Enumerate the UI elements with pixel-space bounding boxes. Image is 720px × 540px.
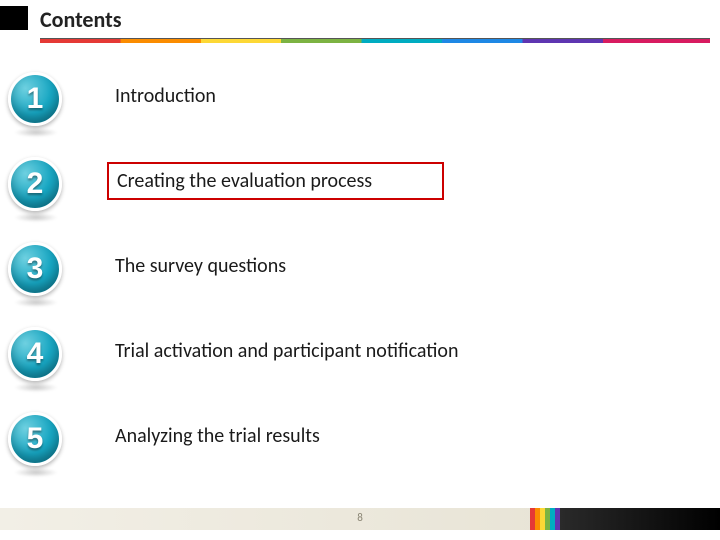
- contents-list: 1 Introduction 2 Creating the evaluation…: [0, 60, 720, 485]
- badge-shadow: [14, 213, 58, 222]
- badge-shadow: [14, 468, 58, 477]
- page-number: 8: [0, 511, 720, 524]
- list-item: 3 The survey questions: [0, 230, 720, 315]
- list-item: 5 Analyzing the trial results: [0, 400, 720, 485]
- number-badge: 5: [8, 412, 62, 466]
- item-label: Trial activation and participant notific…: [115, 339, 458, 363]
- badge-number: 3: [27, 252, 44, 286]
- header-accent-bar: [0, 6, 28, 30]
- item-label: Analyzing the trial results: [115, 424, 320, 448]
- list-item: 2 Creating the evaluation process: [0, 145, 720, 230]
- page-title: Contents: [40, 6, 122, 33]
- item-label-current: Creating the evaluation process: [107, 162, 444, 200]
- number-badge: 2: [8, 157, 62, 211]
- item-label: The survey questions: [115, 254, 286, 278]
- list-item: 4 Trial activation and participant notif…: [0, 315, 720, 400]
- badge-shadow: [14, 128, 58, 137]
- header-rainbow-stripe: [40, 39, 710, 43]
- badge-number: 5: [27, 422, 44, 456]
- badge-shadow: [14, 298, 58, 307]
- list-item: 1 Introduction: [0, 60, 720, 145]
- badge-number: 1: [27, 82, 44, 116]
- number-badge: 1: [8, 72, 62, 126]
- item-label: Introduction: [115, 84, 216, 108]
- number-badge: 3: [8, 242, 62, 296]
- badge-number: 4: [27, 337, 44, 371]
- badge-number: 2: [27, 167, 44, 201]
- slide: Contents 1 Introduction 2 Creating the e…: [0, 0, 720, 540]
- footer: 8: [0, 508, 720, 530]
- number-badge: 4: [8, 327, 62, 381]
- badge-shadow: [14, 383, 58, 392]
- header: Contents: [0, 0, 720, 48]
